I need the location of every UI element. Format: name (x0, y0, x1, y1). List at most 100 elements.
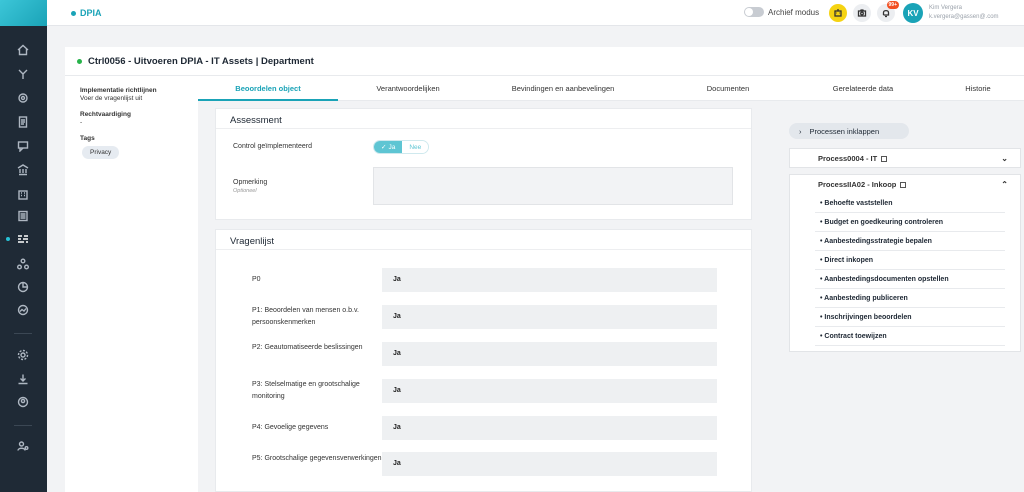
process-step[interactable]: • Direct inkopen (815, 251, 1005, 270)
page-title: Ctrl0056 - Uitvoeren DPIA - IT Assets | … (88, 55, 314, 67)
user-info[interactable]: Kim Vergera k.vergera@gassen@.com (929, 4, 999, 22)
sidebar-divider (14, 425, 32, 426)
questionnaire-card: Vragenlijst P0 Ja P1: Beoordelen van men… (215, 229, 752, 492)
tag-privacy[interactable]: Privacy (82, 146, 120, 159)
process-card[interactable]: Process0004 - IT ⌄ (789, 148, 1021, 168)
status-dot-icon (77, 58, 82, 64)
active-indicator (6, 237, 10, 241)
question-label: P3: Stelselmatige en grootschalige monit… (252, 381, 360, 400)
branch-icon[interactable] (15, 66, 31, 82)
home-icon[interactable] (15, 42, 31, 58)
meta-panel: Implementatie richtlijnen Voer de vragen… (80, 87, 195, 159)
collapse-label: Processen inklappen (809, 126, 880, 136)
legal-label: Rechtvaardiging (80, 111, 131, 118)
avatar[interactable]: KV (903, 3, 923, 23)
robot-icon (834, 9, 842, 17)
process-card: ProcessIIA02 - Inkoop ⌃ • Behoefte vasts… (789, 174, 1021, 352)
notifications-button[interactable]: 99+ (877, 1, 899, 22)
user-icon[interactable] (15, 394, 31, 410)
tab-historie[interactable]: Historie (938, 76, 1018, 100)
document-icon[interactable] (15, 114, 31, 130)
users-settings-icon[interactable] (15, 438, 31, 454)
chevron-up-icon[interactable]: ⌃ (1001, 180, 1008, 189)
question-answer[interactable]: Ja (382, 342, 717, 366)
process-step[interactable]: • Behoefte vaststellen (815, 194, 1005, 213)
assistant-button[interactable] (829, 4, 847, 22)
external-link-icon[interactable] (881, 155, 888, 162)
external-link-icon[interactable] (900, 181, 907, 188)
chevron-down-icon[interactable]: ⌄ (1001, 154, 1008, 163)
remark-field[interactable] (373, 167, 733, 205)
process-step[interactable]: • Aanbestedingsdocumenten opstellen (815, 270, 1005, 289)
assessment-card: Assessment Control geïmplementeerd ✓ Ja N… (215, 108, 752, 220)
legal-value: - (80, 119, 83, 126)
question-answer[interactable]: Ja (382, 379, 717, 403)
dpia-icon[interactable] (15, 231, 31, 247)
brand[interactable]: DPIA (71, 8, 102, 18)
sidebar-divider (14, 333, 32, 334)
archive-label: Archief modus (768, 7, 820, 17)
user-name: Kim Vergera (929, 5, 963, 11)
tab-verantwoordelijken[interactable]: Verantwoordelijken (338, 76, 478, 100)
user-email: k.vergera@gassen@.com (929, 14, 999, 20)
no-option[interactable]: Nee (402, 141, 429, 153)
network-icon[interactable] (15, 256, 31, 272)
notification-badge: 99+ (886, 1, 899, 9)
remark-optional: Optioneel (233, 188, 257, 194)
archive-toggle[interactable] (744, 7, 764, 17)
tab-documenten[interactable]: Documenten (668, 76, 788, 100)
trend-icon[interactable] (15, 302, 31, 318)
assessment-title: Assessment (216, 109, 751, 129)
process-step[interactable]: • Inschrijvingen beoordelen (815, 308, 1005, 327)
question-label: P0 (252, 276, 261, 283)
camera-icon (857, 9, 867, 17)
process-name: ProcessIIA02 - Inkoop (818, 180, 897, 189)
tab-bar: Beoordelen object Verantwoordelijken Bev… (198, 76, 1024, 101)
bank-icon[interactable] (15, 162, 31, 178)
question-label: P5: Grootschalige gegevensverwerkingen (252, 455, 382, 462)
questionnaire-title: Vragenlijst (216, 230, 751, 250)
process-header[interactable]: Process0004 - IT ⌄ (790, 149, 1020, 168)
chat-icon[interactable] (15, 138, 31, 154)
bell-icon (882, 9, 890, 18)
title-row: Ctrl0056 - Uitvoeren DPIA - IT Assets | … (65, 47, 1024, 76)
yes-option[interactable]: ✓ Ja (374, 141, 403, 153)
top-bar: DPIA Archief modus 99+ KV Kim Vergera k.… (47, 0, 1024, 26)
question-label: P1: Beoordelen van mensen o.b.v. persoon… (252, 307, 359, 326)
remark-label: Opmerking (233, 179, 268, 186)
building-icon[interactable] (15, 186, 31, 202)
control-toggle: ✓ Ja Nee (373, 140, 430, 154)
chevron-right-icon: › (799, 126, 802, 136)
impl-value: Voer de vragenlijst uit (80, 95, 143, 102)
check-icon: ✓ (381, 144, 387, 151)
process-header[interactable]: ProcessIIA02 - Inkoop ⌃ (790, 175, 1020, 194)
camera-button[interactable] (853, 4, 871, 22)
process-name: Process0004 - IT (818, 154, 878, 163)
process-step[interactable]: • Aanbesteding publiceren (815, 289, 1005, 308)
logo-bar (0, 0, 47, 26)
question-answer[interactable]: Ja (382, 268, 717, 292)
question-answer[interactable]: Ja (382, 452, 717, 476)
list-icon[interactable] (15, 208, 31, 224)
process-step[interactable]: • Budget en goedkeuring controleren (815, 213, 1005, 232)
collapse-processes-button[interactable]: › Processen inklappen (789, 123, 909, 139)
pie-icon[interactable] (15, 279, 31, 295)
download-icon[interactable] (15, 371, 31, 387)
settings-icon[interactable] (15, 347, 31, 363)
process-step[interactable]: • Aanbestedingsstrategie bepalen (815, 232, 1005, 251)
brand-dot-icon (71, 10, 76, 16)
yes-label: Ja (388, 143, 396, 151)
sidebar (0, 0, 47, 492)
question-answer[interactable]: Ja (382, 305, 717, 329)
question-label: P4: Gevoelige gegevens (252, 424, 329, 431)
question-label: P2: Geautomatiseerde beslissingen (252, 344, 363, 351)
brand-name: DPIA (80, 8, 102, 18)
tab-beoordelen-object[interactable]: Beoordelen object (198, 76, 338, 101)
question-answer[interactable]: Ja (382, 416, 717, 440)
gear-outline-icon[interactable] (15, 90, 31, 106)
tab-bevindingen[interactable]: Bevindingen en aanbevelingen (478, 76, 648, 100)
control-label: Control geïmplementeerd (233, 143, 312, 150)
tab-gerelateerde-data[interactable]: Gerelateerde data (798, 76, 928, 100)
process-step[interactable]: • Contract toewijzen (815, 327, 1005, 346)
archive-mode[interactable]: Archief modus (744, 7, 819, 17)
